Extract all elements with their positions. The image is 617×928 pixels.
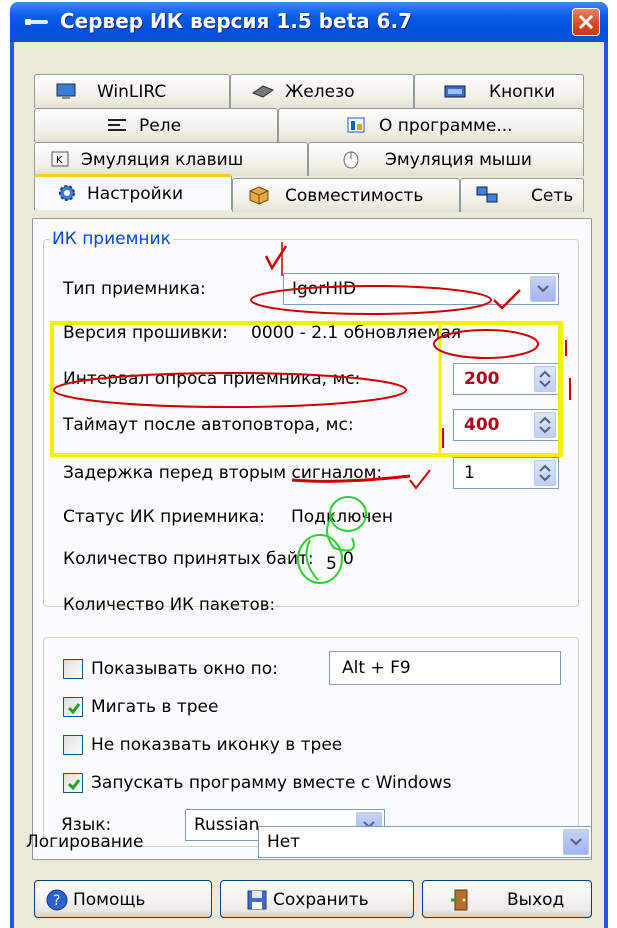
gear-icon	[59, 185, 75, 201]
bytes-received-label: Количество принятых байт:	[63, 549, 314, 569]
tab-about[interactable]: О программе...	[278, 108, 584, 142]
title-bar[interactable]: Сервер ИК версия 1.5 beta 6.7	[10, 2, 608, 42]
tab-label: Железо	[285, 82, 355, 102]
autostart-checkbox[interactable]	[63, 773, 83, 793]
receiver-type-value: IgorHID	[292, 279, 357, 299]
poll-interval-spinner[interactable]: 200	[453, 363, 559, 395]
spinner-arrows-icon[interactable]	[534, 460, 556, 486]
logging-select[interactable]: Нет	[258, 826, 592, 858]
timeout-label: Таймаут после автоповтора, мс:	[63, 415, 354, 435]
chevron-down-icon[interactable]	[563, 829, 589, 855]
delay-spinner[interactable]: 1	[453, 457, 559, 489]
network-icon	[476, 186, 498, 203]
key-icon: K	[51, 151, 69, 167]
info-icon	[347, 117, 365, 133]
hotkey-input[interactable]: Alt + F9	[329, 651, 561, 685]
receiver-type-label: Тип приемника:	[63, 279, 206, 299]
help-icon: ?	[46, 889, 68, 911]
packets-label: Количество ИК пакетов:	[63, 595, 276, 614]
group-legend: ИК приемник	[52, 229, 171, 249]
window-client: WinLIRC Железо Кнопки Реле О программе..…	[14, 42, 604, 928]
tab-label: Реле	[139, 116, 182, 136]
mouse-icon	[343, 151, 359, 169]
receiver-status-label: Статус ИК приемника:	[63, 507, 265, 527]
settings-panel: ИК приемник Тип приемника: IgorHID Верси…	[32, 218, 592, 860]
chevron-down-icon[interactable]	[530, 276, 556, 302]
hide-tray-icon-label: Не показвать иконку в трее	[91, 735, 343, 755]
delay-label: Задержка перед вторым сигналом:	[63, 463, 383, 483]
show-window-label: Показывать окно по:	[91, 659, 278, 679]
exit-door-icon	[451, 889, 468, 911]
tab-settings[interactable]: Настройки	[34, 174, 232, 210]
main-window: Сервер ИК версия 1.5 beta 6.7 WinLIRC Же…	[10, 2, 608, 928]
tab-mouse-emulation[interactable]: Эмуляция мыши	[308, 142, 584, 176]
autostart-label: Запускать программу вместе с Windows	[91, 773, 452, 793]
blink-tray-label: Мигать в трее	[91, 697, 219, 717]
tab-hardware[interactable]: Железо	[230, 74, 414, 108]
packets-value: 5	[326, 554, 337, 574]
tab-keyboard-emulation[interactable]: K Эмуляция клавиш	[34, 142, 308, 176]
logging-value: Нет	[267, 832, 301, 852]
poll-interval-label: Интервал опроса приемника, мс:	[63, 369, 361, 389]
tab-label: Эмуляция клавиш	[81, 150, 244, 170]
logging-label: Логирование	[26, 832, 144, 852]
check-icon	[67, 703, 81, 715]
cube-icon	[249, 186, 269, 205]
timeout-spinner[interactable]: 400	[453, 409, 559, 441]
help-button[interactable]: ? Помощь	[34, 880, 212, 918]
timeout-value: 400	[464, 415, 500, 435]
firmware-value: 0000 - 2.1 обновляемая	[251, 323, 462, 343]
svg-text:?: ?	[53, 893, 60, 909]
monitor-icon	[56, 83, 76, 99]
relay-icon	[108, 119, 126, 131]
receiver-type-select[interactable]: IgorHID	[283, 273, 559, 305]
ir-remote-icon	[25, 19, 48, 25]
save-button-label: Сохранить	[273, 890, 369, 910]
tab-label: Эмуляция мыши	[385, 150, 532, 170]
delay-value: 1	[464, 463, 475, 483]
blink-tray-checkbox[interactable]	[63, 697, 83, 717]
exit-button-label: Выход	[507, 890, 565, 910]
tab-winlirc[interactable]: WinLIRC	[34, 74, 230, 108]
tab-label: Сеть	[531, 186, 574, 206]
language-value: Russian	[194, 815, 260, 835]
save-button[interactable]: Сохранить	[220, 880, 414, 918]
show-window-checkbox[interactable]	[63, 659, 83, 679]
hotkey-value: Alt + F9	[342, 658, 411, 678]
tab-label: Совместимость	[285, 186, 424, 206]
tab-label: Настройки	[87, 184, 184, 204]
tab-label: Кнопки	[489, 82, 556, 102]
hide-tray-icon-checkbox[interactable]	[63, 735, 83, 755]
save-icon	[247, 890, 267, 910]
check-icon	[67, 779, 81, 791]
tab-network[interactable]: Сеть	[460, 178, 584, 212]
keyboard-icon	[444, 85, 466, 98]
receiver-status-value: Подключен	[291, 507, 393, 527]
close-button[interactable]	[572, 8, 600, 36]
poll-interval-value: 200	[464, 369, 500, 389]
close-icon	[578, 14, 594, 30]
tab-label: WinLIRC	[97, 82, 167, 102]
tab-relay[interactable]: Реле	[34, 108, 278, 142]
tab-compatibility[interactable]: Совместимость	[232, 178, 460, 212]
chip-icon	[251, 85, 275, 98]
spinner-arrows-icon[interactable]	[534, 412, 556, 438]
tab-label: О программе...	[379, 116, 513, 136]
svg-text:K: K	[56, 155, 63, 166]
exit-button[interactable]: Выход	[422, 880, 592, 918]
window-title: Сервер ИК версия 1.5 beta 6.7	[60, 9, 413, 33]
tab-buttons[interactable]: Кнопки	[414, 74, 584, 108]
firmware-label: Версия прошивки:	[63, 323, 228, 343]
help-button-label: Помощь	[73, 890, 146, 910]
spinner-arrows-icon[interactable]	[534, 366, 556, 392]
bytes-received-value: 0	[343, 549, 354, 569]
